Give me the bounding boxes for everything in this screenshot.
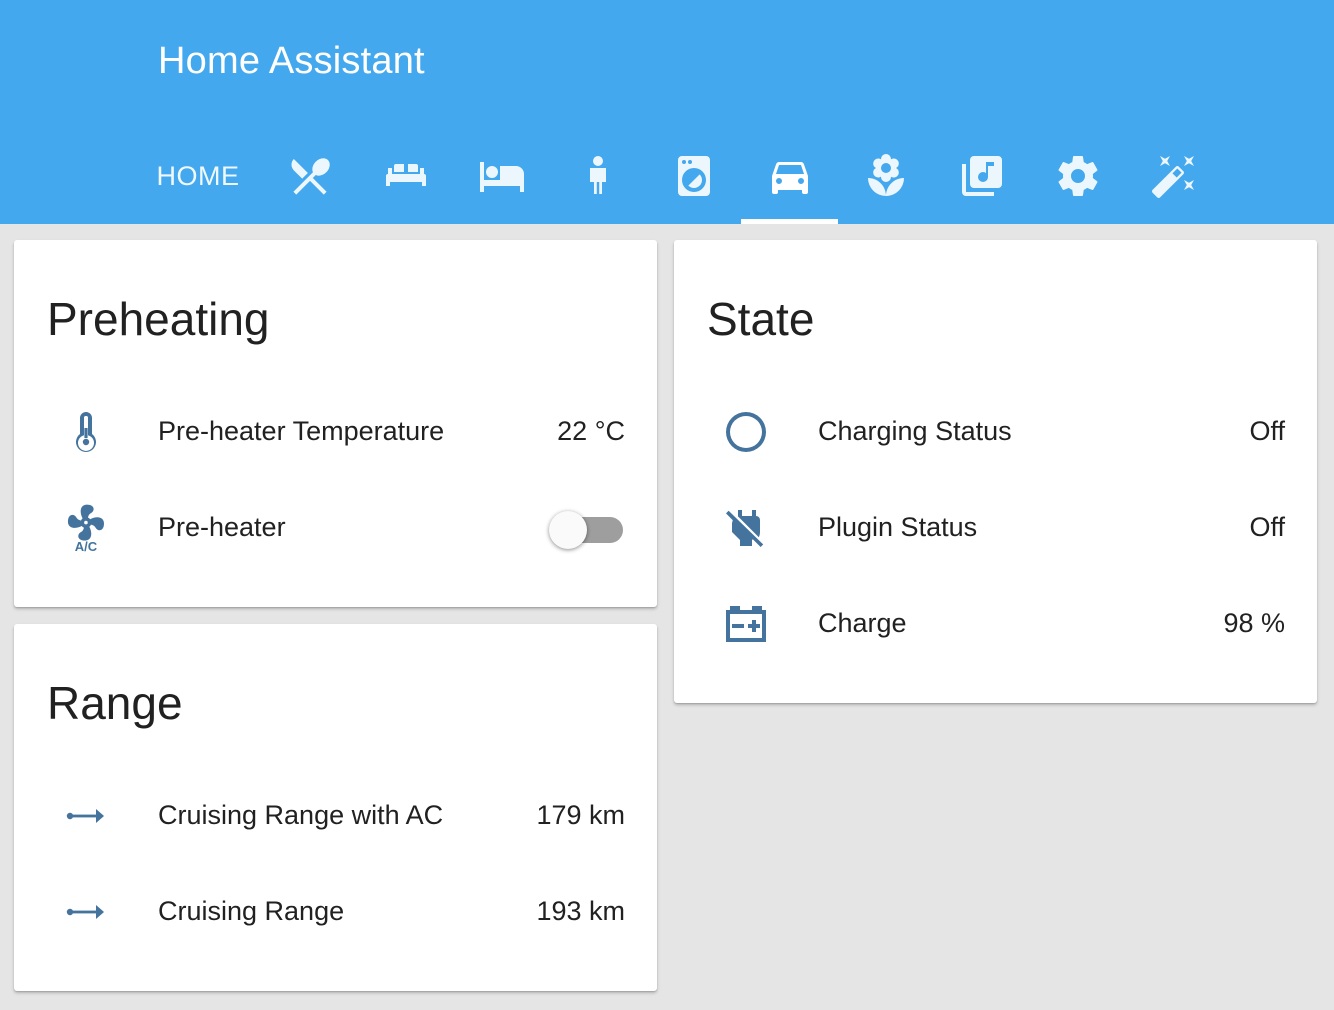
card-title: State <box>707 293 815 345</box>
car-battery-icon <box>722 600 770 648</box>
entity-row-cruising-range-ac[interactable]: Cruising Range with AC 179 km <box>14 784 657 848</box>
entity-row-cruising-range[interactable]: Cruising Range 193 km <box>14 880 657 944</box>
active-tab-indicator <box>741 219 838 224</box>
entity-state: Off <box>1249 512 1285 542</box>
card-title: Range <box>47 677 183 729</box>
app-header: Home Assistant HOME <box>0 0 1334 224</box>
sofa-icon <box>386 164 426 186</box>
entity-state: 98 % <box>1223 608 1285 638</box>
entity-name: Charging Status <box>818 416 1012 446</box>
person-icon <box>590 156 606 194</box>
air-conditioner-icon: A/C <box>62 504 110 552</box>
tab-settings[interactable] <box>1030 128 1126 224</box>
tab-kitchen[interactable] <box>262 128 358 224</box>
auto-fix-icon <box>1151 156 1194 199</box>
entity-row-charge[interactable]: Charge 98 % <box>674 592 1317 656</box>
entity-state: 179 km <box>536 800 625 830</box>
tab-person[interactable] <box>550 128 646 224</box>
arrow-right-icon <box>62 792 110 840</box>
entity-row-preheater[interactable]: A/C Pre-heater <box>14 496 657 560</box>
circle-outline-icon <box>722 408 770 456</box>
entity-state: Off <box>1249 416 1285 446</box>
entity-name: Pre-heater Temperature <box>158 416 445 446</box>
preheater-toggle[interactable] <box>549 509 625 549</box>
view-tabs: HOME <box>0 128 1334 224</box>
tab-garden[interactable] <box>838 128 934 224</box>
entity-name: Cruising Range <box>158 896 345 926</box>
card-preheating: Preheating Pre-heater Temperature 22 °C … <box>14 240 657 607</box>
entity-name: Cruising Range with AC <box>158 800 444 830</box>
bed-icon <box>480 162 524 192</box>
entity-name: Plugin Status <box>818 512 978 542</box>
thermometer-icon <box>62 408 110 456</box>
entity-name: Pre-heater <box>158 512 286 542</box>
tab-home-label: HOME <box>156 160 240 191</box>
entity-row-charging-status[interactable]: Charging Status Off <box>674 400 1317 464</box>
tab-living-room[interactable] <box>358 128 454 224</box>
card-state: State Charging Status Off Plugin Status … <box>674 240 1317 703</box>
svg-text:A/C: A/C <box>75 539 98 552</box>
washing-machine-icon <box>678 156 710 196</box>
tab-media[interactable] <box>934 128 1030 224</box>
flower-icon <box>868 154 904 196</box>
silverware-icon <box>291 158 330 195</box>
card-title: Preheating <box>47 293 270 345</box>
tab-laundry[interactable] <box>646 128 742 224</box>
tab-bedroom[interactable] <box>454 128 550 224</box>
toggle-knob <box>549 511 587 549</box>
app-title: Home Assistant <box>158 40 425 82</box>
tab-car[interactable] <box>742 128 838 224</box>
power-plug-off-icon <box>722 504 770 552</box>
arrow-right-icon <box>62 888 110 936</box>
settings-icon <box>1058 156 1098 196</box>
entity-row-plugin-status[interactable]: Plugin Status Off <box>674 496 1317 560</box>
car-icon <box>772 162 808 194</box>
music-library-icon <box>962 156 1002 196</box>
card-range: Range Cruising Range with AC 179 km Crui… <box>14 624 657 991</box>
entity-state: 193 km <box>536 896 625 926</box>
tab-automation[interactable] <box>1126 128 1222 224</box>
tab-home[interactable]: HOME <box>150 128 246 224</box>
entity-row-preheater-temperature[interactable]: Pre-heater Temperature 22 °C <box>14 400 657 464</box>
entity-name: Charge <box>818 608 907 638</box>
entity-state: 22 °C <box>557 416 625 446</box>
